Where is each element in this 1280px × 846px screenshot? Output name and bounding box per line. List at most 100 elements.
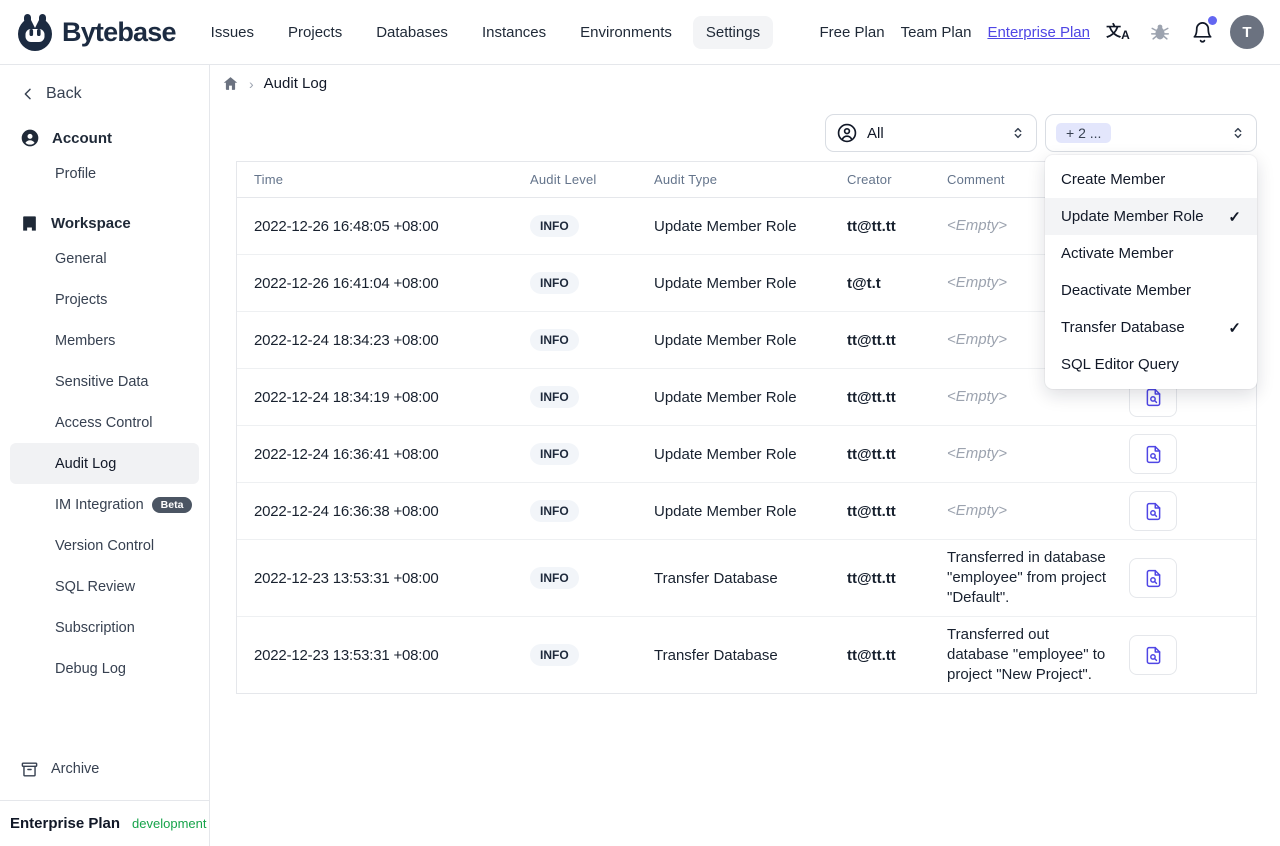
dropdown-item-label: Activate Member xyxy=(1061,245,1174,262)
time-cell: 2022-12-24 18:34:23 +08:00 xyxy=(237,311,514,369)
level-cell: INFO xyxy=(514,254,638,312)
dropdown-item-create-member[interactable]: Create Member xyxy=(1045,161,1257,198)
comment-cell: Transferred out database "employee" to p… xyxy=(931,616,1113,693)
action-cell xyxy=(1113,616,1256,693)
sidebar-item-label: General xyxy=(55,250,107,267)
creator-filter-select[interactable]: All xyxy=(825,114,1037,152)
brand-name: Bytebase xyxy=(62,16,176,47)
level-cell: INFO xyxy=(514,368,638,426)
action-cell xyxy=(1113,482,1256,540)
brand[interactable]: Bytebase xyxy=(16,12,176,52)
check-icon: ✓ xyxy=(1228,319,1241,337)
sidebar-section-label: Workspace xyxy=(51,214,131,232)
plan-free-plan: Free Plan xyxy=(819,23,885,41)
time-cell: 2022-12-24 16:36:41 +08:00 xyxy=(237,425,514,483)
document-search-icon xyxy=(1146,569,1160,587)
comment-cell: Transferred in database "employee" from … xyxy=(931,539,1113,617)
selector-icon xyxy=(1014,127,1022,139)
time-cell: 2022-12-23 13:53:31 +08:00 xyxy=(237,616,514,693)
home-icon[interactable] xyxy=(222,75,239,92)
view-detail-button[interactable] xyxy=(1129,491,1177,531)
chevron-left-icon xyxy=(24,88,31,100)
sidebar-item-sensitive-data[interactable]: Sensitive Data xyxy=(10,361,199,402)
audit-type-dropdown: Create Member Update Member Role ✓ Activate… xyxy=(1045,155,1257,389)
back-button[interactable]: Back xyxy=(0,65,209,109)
nav-link-databases[interactable]: Databases xyxy=(363,16,461,49)
table-row: 2022-12-24 16:36:41 +08:00 INFO Update Mem… xyxy=(237,425,1256,483)
sidebar-item-audit-log[interactable]: Audit Log xyxy=(10,443,199,484)
time-cell: 2022-12-26 16:48:05 +08:00 xyxy=(254,217,439,235)
building-icon xyxy=(20,214,39,233)
creator-cell: tt@tt.tt xyxy=(831,368,931,426)
sidebar-section-workspace: Workspace xyxy=(10,208,199,238)
nav-link-projects[interactable]: Projects xyxy=(275,16,355,49)
comment-empty-placeholder: <Empty> xyxy=(947,388,1008,405)
type-cell: Update Member Role xyxy=(638,425,831,483)
plan-enterprise-plan[interactable]: Enterprise Plan xyxy=(987,24,1090,41)
comment-empty-placeholder: <Empty> xyxy=(947,331,1008,348)
document-search-icon xyxy=(1146,646,1160,664)
sidebar-item-label: Version Control xyxy=(55,537,155,554)
dropdown-item-activate-member[interactable]: Activate Member xyxy=(1045,235,1257,272)
sidebar-item-debug-log[interactable]: Debug Log xyxy=(10,648,199,689)
current-plan-label: Enterprise Plan xyxy=(10,815,121,832)
dropdown-item-label: Deactivate Member xyxy=(1061,282,1192,299)
sidebar-item-access-control[interactable]: Access Control xyxy=(10,402,199,443)
check-icon: ✓ xyxy=(1228,208,1241,226)
translate-icon[interactable]: 文A xyxy=(1104,18,1132,46)
sidebar-item-label: Sensitive Data xyxy=(55,373,149,390)
sidebar-item-label: Projects xyxy=(55,291,108,308)
audit-level-badge: INFO xyxy=(530,329,579,351)
dropdown-item-sql-editor-query[interactable]: SQL Editor Query xyxy=(1045,346,1257,383)
nav-link-instances[interactable]: Instances xyxy=(469,16,559,49)
creator-filter-value: All xyxy=(867,124,884,142)
app-root: Bytebase Issues Projects Databases Instance… xyxy=(0,0,1280,846)
view-detail-button[interactable] xyxy=(1129,434,1177,474)
sidebar-item-projects[interactable]: Projects xyxy=(10,279,199,320)
sidebar-section-label: Account xyxy=(52,129,112,147)
avatar[interactable]: T xyxy=(1230,15,1264,49)
type-filter-select[interactable]: + 2 ... xyxy=(1045,114,1257,152)
bell-icon[interactable] xyxy=(1188,16,1217,46)
nav-link-environments[interactable]: Environments xyxy=(567,16,685,49)
sidebar-item-members[interactable]: Members xyxy=(10,320,199,361)
dropdown-item-label: Update Member Role xyxy=(1061,208,1204,225)
comment-cell: <Empty> xyxy=(931,425,1113,483)
sidebar-item-sql-review[interactable]: SQL Review xyxy=(10,566,199,607)
type-cell: Update Member Role xyxy=(638,311,831,369)
sidebar-item-archive[interactable]: Archive xyxy=(10,750,199,788)
audit-level-badge: INFO xyxy=(530,386,579,408)
audit-level-badge: INFO xyxy=(530,443,579,465)
user-circle-icon xyxy=(837,123,857,143)
sidebar-item-general[interactable]: General xyxy=(10,238,199,279)
dropdown-item-update-member-role[interactable]: Update Member Role ✓ xyxy=(1045,198,1257,235)
dropdown-item-deactivate-member[interactable]: Deactivate Member xyxy=(1045,272,1257,309)
action-cell xyxy=(1113,539,1256,617)
sidebar-item-im-integration[interactable]: IM Integration Beta xyxy=(10,484,199,525)
audit-level-badge: INFO xyxy=(530,500,579,522)
sidebar-footer: Enterprise Plan development xyxy=(0,800,209,846)
sidebar-item-profile[interactable]: Profile xyxy=(10,153,199,194)
comment-empty-placeholder: <Empty> xyxy=(947,274,1008,291)
dropdown-item-transfer-database[interactable]: Transfer Database ✓ xyxy=(1045,309,1257,346)
comment-cell: <Empty> xyxy=(931,482,1113,540)
creator-cell: t@t.t xyxy=(831,254,931,312)
type-cell: Update Member Role xyxy=(638,482,831,540)
environment-label: development xyxy=(132,816,207,831)
audit-level-badge: INFO xyxy=(530,644,579,666)
sidebar-item-subscription[interactable]: Subscription xyxy=(10,607,199,648)
view-detail-button[interactable] xyxy=(1129,558,1177,598)
primary-nav: Issues Projects Databases Instances Environm… xyxy=(198,15,774,49)
bug-icon[interactable] xyxy=(1146,18,1174,46)
nav-link-settings[interactable]: Settings xyxy=(692,15,774,49)
nav-link-issues[interactable]: Issues xyxy=(198,16,267,49)
comment-empty-placeholder: <Empty> xyxy=(947,217,1008,234)
document-search-icon xyxy=(1146,445,1160,463)
notification-dot xyxy=(1208,16,1217,25)
view-detail-button[interactable] xyxy=(1129,635,1177,675)
plan-team-plan: Team Plan xyxy=(900,23,972,41)
creator-cell: tt@tt.tt xyxy=(831,539,931,617)
level-cell: INFO xyxy=(514,198,638,255)
audit-level-badge: INFO xyxy=(530,215,579,237)
sidebar-item-version-control[interactable]: Version Control xyxy=(10,525,199,566)
